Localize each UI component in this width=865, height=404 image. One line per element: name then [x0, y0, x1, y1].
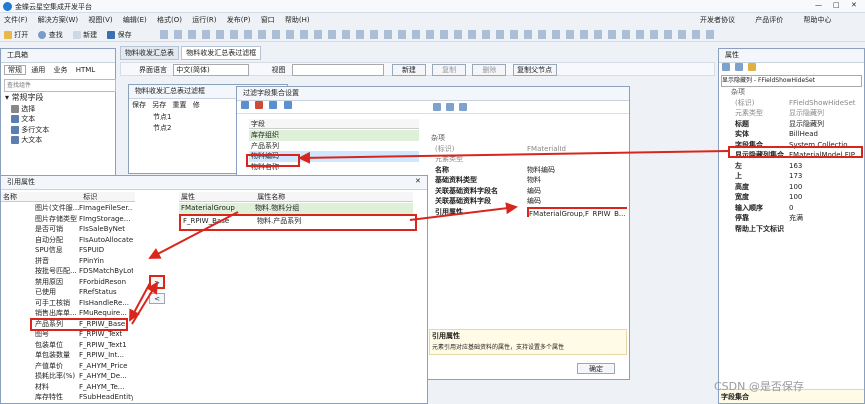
arrow [129, 282, 151, 322]
highlight-box [728, 146, 863, 158]
annotation-arrows [129, 150, 729, 325]
highlight-box [246, 154, 300, 167]
highlight-box [30, 318, 128, 331]
arrow [131, 281, 159, 325]
arrow [409, 202, 518, 221]
arrow [148, 211, 239, 259]
arrow [298, 150, 729, 164]
